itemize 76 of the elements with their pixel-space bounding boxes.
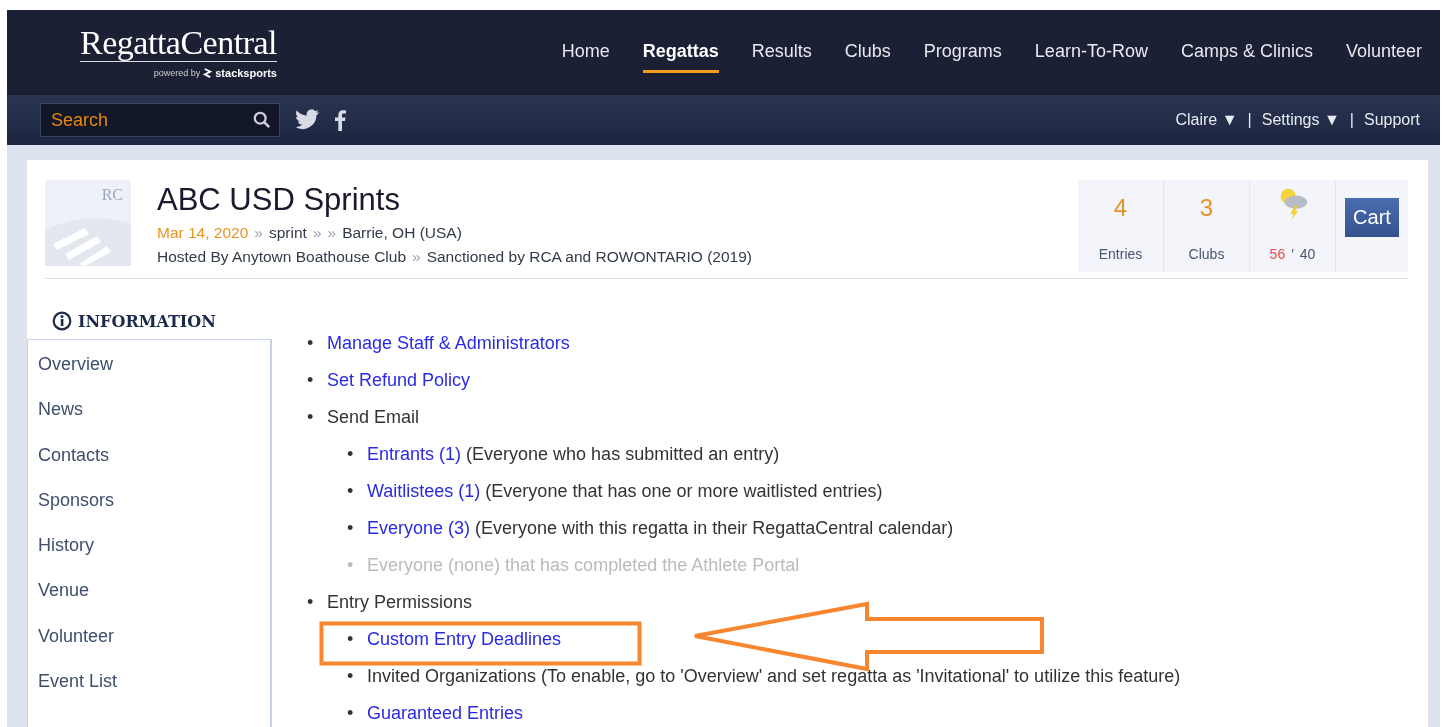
bullet: • <box>307 369 315 392</box>
regatta-title: ABC USD Sprints <box>157 182 401 218</box>
location-text: Barrie, OH (USA) <box>342 224 462 242</box>
stack-logo-icon <box>203 67 213 79</box>
bullet: • <box>347 480 355 503</box>
bullet: • <box>347 554 355 577</box>
user-menu-link[interactable]: Support <box>1363 111 1420 129</box>
facebook-icon[interactable] <box>334 109 346 131</box>
action-link[interactable]: Manage Staff & Administrators <box>327 333 570 353</box>
action-link[interactable]: Guaranteed Entries <box>367 703 524 723</box>
section-heading: INFORMATION <box>78 311 216 331</box>
sidebar-link[interactable]: Event List <box>38 659 270 705</box>
user-menu-link[interactable]: Claire ▼ <box>1175 111 1238 129</box>
description-text: (Everyone that has one or more waitlisted entries) <box>485 481 883 501</box>
high-temp: 56 <box>1269 246 1286 262</box>
sidebar-link[interactable]: Sponsors <box>38 477 270 524</box>
nav-link[interactable]: Results <box>751 32 812 73</box>
bullet: • <box>347 443 355 466</box>
breadcrumb-arrow: » <box>412 248 421 266</box>
nav-link[interactable]: Regattas <box>642 32 719 73</box>
oars-logo-icon: RC <box>45 180 131 266</box>
action-description: Invited Organizations (To enable, go to 'Overview' and set regatta as 'Invitational' to utilize this feature) <box>367 666 1181 686</box>
search-input[interactable]: Search <box>49 108 253 132</box>
stat-label: Clubs <box>1188 246 1225 262</box>
site-logo[interactable]: RegattaCentral <box>80 26 277 62</box>
bullet: • <box>307 591 315 614</box>
sidebar-link[interactable]: Venue <box>38 568 270 614</box>
separator-text: | <box>1247 111 1252 129</box>
sidebar-link[interactable]: News <box>38 387 270 433</box>
nav-link[interactable]: Programs <box>923 32 1002 73</box>
breadcrumb-arrow: » <box>312 224 322 242</box>
action-link[interactable]: Everyone (3) <box>367 518 471 538</box>
twitter-bird-icon[interactable] <box>294 109 320 131</box>
section-label: Send Email <box>327 407 420 427</box>
separator-text: | <box>1349 111 1354 129</box>
description-text: (Everyone who has submitted an entry) <box>466 444 780 464</box>
stat-value: 3 <box>1199 194 1214 222</box>
bullet: • <box>347 517 355 540</box>
action-description: Everyone (none) that has completed the Athlete Portal <box>367 555 800 575</box>
search-field[interactable]: Search <box>40 103 280 137</box>
nav-link[interactable]: Clubs <box>844 32 891 73</box>
sanction-text: Sanctioned by RCA and ROWONTARIO (2019) <box>426 248 752 266</box>
user-menu-link[interactable]: Settings ▼ <box>1261 111 1340 129</box>
brand-text: stacksports <box>215 67 277 79</box>
stat-label: Entries <box>1098 246 1143 262</box>
nav-link[interactable]: Learn-To-Row <box>1034 32 1148 73</box>
action-link[interactable]: Entrants (1) <box>367 444 462 464</box>
info-icon <box>52 311 72 331</box>
bullet: • <box>347 628 355 651</box>
breadcrumb-arrow: » <box>327 224 337 242</box>
temp-separator: ′ <box>1291 246 1294 262</box>
sidebar-link[interactable]: History <box>38 523 270 569</box>
nav-link[interactable]: Volunteer <box>1345 32 1422 73</box>
bullet: • <box>347 702 355 725</box>
nav-link[interactable]: Camps & Clinics <box>1180 32 1313 73</box>
search-icon[interactable] <box>253 111 271 129</box>
action-link[interactable]: Waitlistees (1) <box>367 481 481 501</box>
nav-link[interactable]: Home <box>561 32 610 73</box>
cart-button[interactable]: Cart <box>1345 198 1399 237</box>
description-text: (Everyone with this regatta in their RegattaCentral calendar) <box>475 518 954 538</box>
breadcrumb-arrow: » <box>254 224 263 242</box>
stat-value: 4 <box>1113 194 1128 222</box>
section-label: Entry Permissions <box>327 592 473 612</box>
date-text: Mar 14, 2020 <box>157 224 249 242</box>
bullet: • <box>307 332 315 355</box>
action-link[interactable]: Set Refund Policy <box>327 370 471 390</box>
sidebar-link[interactable]: Overview <box>38 342 270 388</box>
bullet: • <box>347 665 355 688</box>
action-link[interactable]: Custom Entry Deadlines <box>367 629 562 649</box>
sidebar-link[interactable]: Volunteer <box>38 613 270 660</box>
powered-by-text: powered by <box>153 68 201 78</box>
type-text: sprint <box>268 224 307 242</box>
host-text: Hosted By Anytown Boathouse Club <box>157 248 406 266</box>
low-temp: 40 <box>1299 246 1316 262</box>
sidebar-link[interactable]: Contacts <box>38 432 270 478</box>
bullet: • <box>307 406 315 429</box>
